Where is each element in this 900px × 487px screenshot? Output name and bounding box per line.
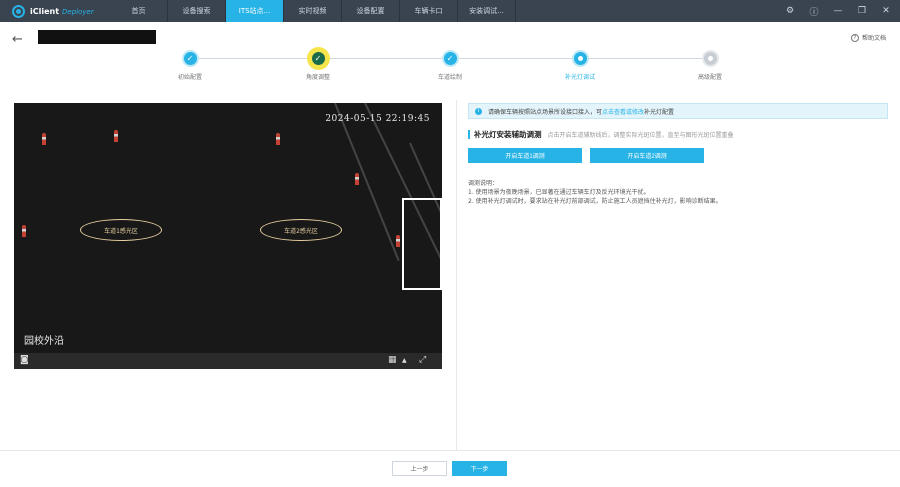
wizard-footer: 上一步 下一步 bbox=[0, 450, 900, 487]
step-label: 初始配置 bbox=[177, 74, 202, 81]
app-name: iClient Deployer bbox=[30, 7, 94, 16]
step-done-check-icon: ✓ bbox=[441, 50, 459, 67]
fullscreen-icon[interactable]: ⤢ bbox=[419, 355, 426, 365]
step-fill-light-debug[interactable]: 补光灯调试 bbox=[540, 50, 620, 81]
main-nav: 首页 设备搜索 ITS站点... 实时视频 设备配置 车辆卡口 安装调试... bbox=[110, 0, 516, 22]
section-accent-bar bbox=[468, 130, 470, 139]
step-pending-dot-icon bbox=[701, 50, 719, 67]
display-mode-icon[interactable]: ▦ bbox=[388, 355, 397, 365]
step-done-check-icon: ✓ bbox=[181, 50, 199, 67]
step-advanced-config[interactable]: 高级配置 bbox=[670, 50, 750, 81]
lane1-light-zone[interactable]: 车道1感光区 bbox=[80, 219, 162, 241]
step-angle-adjust[interactable]: ✓ 角度调整 bbox=[278, 50, 358, 81]
note-item: 2. 使用补光灯调试时，要求站在补光灯前部调试，防止施工人员遮挡住补光灯，影响诊… bbox=[468, 198, 722, 205]
minimize-icon[interactable]: — bbox=[832, 6, 844, 16]
wizard-steps: ✓ 初始配置 ✓ 角度调整 ✓ 车道绘制 补光灯调试 高级配置 bbox=[150, 50, 750, 86]
main-content: 车道1感光区 车道2感光区 2024-05-15 22:19:45 园校外沿 ◙… bbox=[0, 92, 900, 450]
road-lane-line bbox=[334, 103, 400, 261]
video-timestamp: 2024-05-15 22:19:45 bbox=[325, 114, 430, 124]
video-toolbar: ◙ ▦ ▲ ⤢ bbox=[14, 353, 442, 369]
traffic-cone bbox=[355, 173, 359, 185]
nav-live-video[interactable]: 实时视频 bbox=[284, 0, 342, 22]
nav-device-search[interactable]: 设备搜索 bbox=[168, 0, 226, 22]
app-logo: iClient Deployer bbox=[0, 4, 110, 18]
app-name-main: iClient bbox=[30, 6, 60, 16]
step-label: 角度调整 bbox=[305, 74, 330, 81]
top-bar: iClient Deployer 首页 设备搜索 ITS站点... 实时视频 设备… bbox=[0, 0, 900, 22]
traffic-cone bbox=[396, 235, 400, 247]
section-title: 补光灯安装辅助调测 bbox=[474, 130, 542, 139]
tip-text: 请确保车辆按照站点场景所设接口接入，可 bbox=[488, 108, 603, 116]
page-title bbox=[38, 30, 156, 44]
traffic-cone bbox=[276, 133, 280, 145]
page-header: ← ? 帮助文档 ✓ 初始配置 ✓ 角度调整 ✓ 车道绘制 补光灯调试 高级配置 bbox=[0, 22, 900, 92]
step-label: 高级配置 bbox=[697, 74, 722, 81]
step-initial-config[interactable]: ✓ 初始配置 bbox=[150, 50, 230, 81]
logo-icon bbox=[12, 4, 25, 18]
camera-snapshot-icon[interactable]: ◙ bbox=[20, 355, 29, 365]
close-icon[interactable]: ✕ bbox=[880, 6, 892, 16]
notes-title: 调测说明： bbox=[468, 180, 499, 187]
open-lane2-debug-button[interactable]: 开启车道2调测 bbox=[590, 148, 704, 163]
open-lane1-debug-button[interactable]: 开启车道1调测 bbox=[468, 148, 582, 163]
step-done-check-icon: ✓ bbox=[309, 50, 327, 67]
help-doc-link[interactable]: ? 帮助文档 bbox=[850, 33, 886, 42]
help-icon[interactable]: ⓘ bbox=[808, 5, 820, 18]
nav-home[interactable]: 首页 bbox=[110, 0, 168, 22]
panel-divider bbox=[456, 100, 457, 450]
tip-link[interactable]: 点击查看或修改 bbox=[602, 107, 644, 116]
app-name-sub: Deployer bbox=[62, 7, 94, 16]
next-step-button[interactable]: 下一步 bbox=[452, 461, 507, 476]
traffic-cone bbox=[114, 130, 118, 142]
gear-icon[interactable]: ⚙ bbox=[784, 6, 796, 16]
traffic-cone bbox=[22, 225, 26, 237]
section-header: 补光灯安装辅助调测 点击开启车道辅助线后，调整实际光斑位置，直至与图形光斑位置重… bbox=[468, 129, 888, 140]
nav-vehicle-checkpoint[interactable]: 车辆卡口 bbox=[400, 0, 458, 22]
camera-name: 园校外沿 bbox=[24, 336, 64, 347]
back-arrow-icon[interactable]: ← bbox=[12, 32, 23, 47]
step-lane-draw[interactable]: ✓ 车道绘制 bbox=[410, 50, 490, 81]
restore-icon[interactable]: ❐ bbox=[856, 6, 868, 16]
step-label: 车道绘制 bbox=[437, 74, 462, 81]
debug-panel: i 请确保车辆按照站点场景所设接口接入，可 点击查看或修改 补光灯配置 补光灯安… bbox=[468, 103, 888, 206]
lane2-light-zone[interactable]: 车道2感光区 bbox=[260, 219, 342, 241]
lane-debug-buttons: 开启车道1调测 开启车道2调测 bbox=[468, 148, 888, 163]
question-icon: ? bbox=[850, 33, 859, 42]
window-controls: ⚙ ⓘ — ❐ ✕ bbox=[784, 0, 892, 22]
note-item: 1. 使用场景为夜晚场景，已显著在通过车辆车灯及反光环境光干扰。 bbox=[468, 189, 650, 196]
step-current-dot-icon bbox=[571, 50, 589, 67]
section-desc: 点击开启车道辅助线后，调整实际光斑位置，直至与图形光斑位置重叠 bbox=[547, 132, 734, 139]
prev-step-button[interactable]: 上一步 bbox=[392, 461, 447, 476]
traffic-cone bbox=[42, 133, 46, 145]
tip-tail: 补光灯配置 bbox=[644, 108, 675, 116]
live-video-view[interactable]: 车道1感光区 车道2感光区 2024-05-15 22:19:45 园校外沿 ◙… bbox=[14, 103, 442, 369]
step-label: 补光灯调试 bbox=[564, 74, 595, 81]
selection-box[interactable] bbox=[402, 198, 442, 290]
info-tip: i 请确保车辆按照站点场景所设接口接入，可 点击查看或修改 补光灯配置 bbox=[468, 103, 888, 119]
chevron-up-icon[interactable]: ▲ bbox=[402, 357, 407, 364]
nav-device-config[interactable]: 设备配置 bbox=[342, 0, 400, 22]
nav-its-site[interactable]: ITS站点... bbox=[226, 0, 284, 22]
nav-install-debug[interactable]: 安装调试... bbox=[458, 0, 516, 22]
info-icon: i bbox=[475, 107, 482, 115]
help-doc-label: 帮助文档 bbox=[861, 35, 886, 42]
debug-notes: 调测说明： 1. 使用场景为夜晚场景，已显著在通过车辆车灯及反光环境光干扰。 2… bbox=[468, 179, 888, 206]
